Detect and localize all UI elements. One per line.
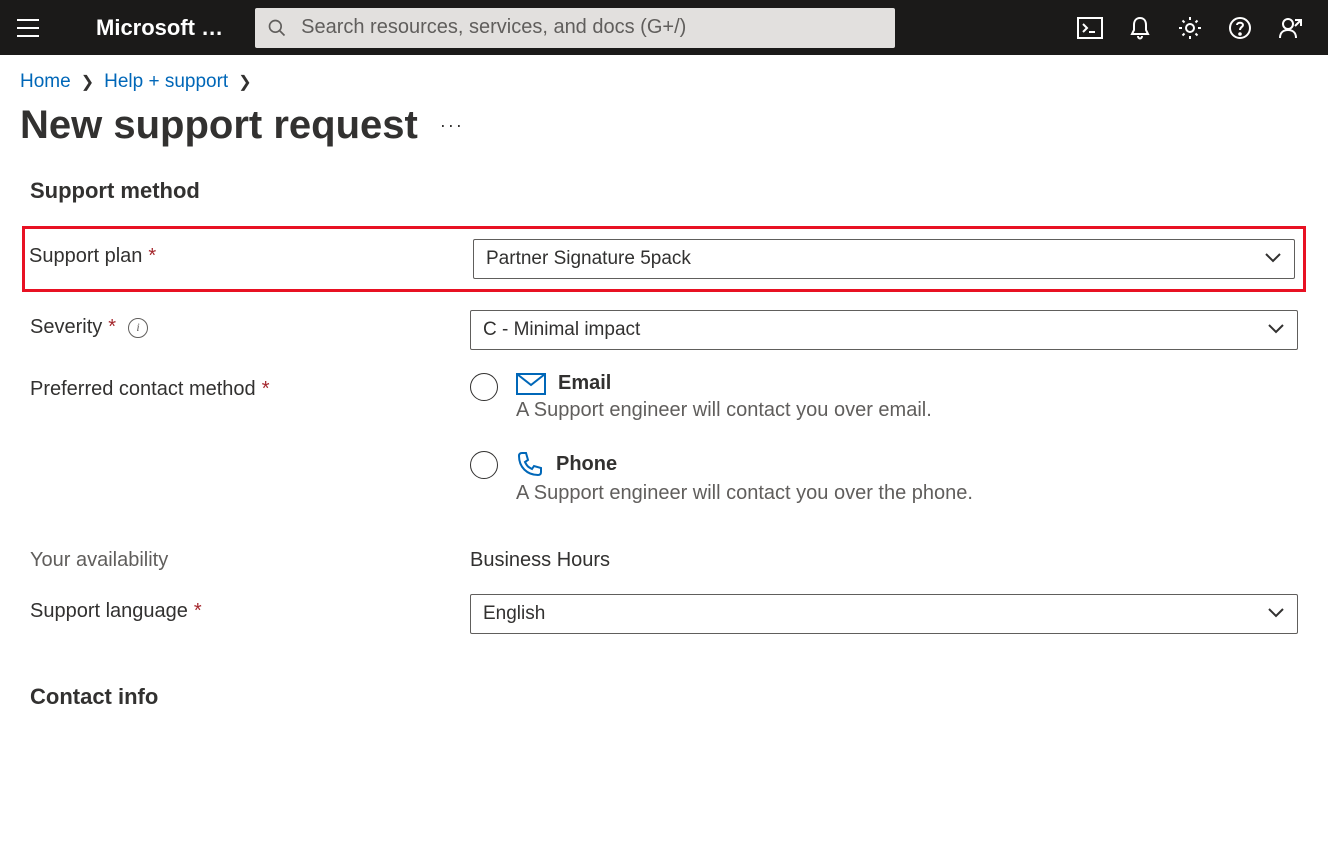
contact-option-email[interactable]: Email A Support engineer will contact yo… — [470, 372, 1298, 422]
support-language-select[interactable]: English — [470, 594, 1298, 634]
contact-option-label: Phone — [556, 453, 617, 476]
cloud-shell-icon[interactable] — [1068, 6, 1112, 50]
info-icon[interactable]: i — [128, 318, 148, 338]
menu-button[interactable] — [8, 8, 48, 48]
contact-option-label: Email — [558, 372, 611, 395]
phone-icon — [516, 450, 544, 478]
radio-button[interactable] — [470, 451, 498, 479]
chevron-right-icon: ❯ — [238, 72, 251, 92]
support-plan-label: Support plan — [29, 245, 142, 268]
breadcrumb-home[interactable]: Home — [20, 71, 71, 93]
page-title: New support request — [20, 103, 418, 148]
availability-label: Your availability — [30, 549, 168, 572]
breadcrumb: Home ❯ Help + support ❯ — [0, 55, 1328, 103]
contact-option-desc: A Support engineer will contact you over… — [516, 399, 932, 422]
required-marker: * — [108, 316, 116, 339]
top-header: Microsoft … Search resources, services, … — [0, 0, 1328, 55]
support-plan-highlight: Support plan * Partner Signature 5pack — [22, 226, 1306, 292]
severity-label: Severity — [30, 316, 102, 339]
header-actions — [1068, 6, 1320, 50]
required-marker: * — [262, 378, 270, 401]
required-marker: * — [194, 600, 202, 623]
support-language-label: Support language — [30, 600, 188, 623]
search-placeholder: Search resources, services, and docs (G+… — [301, 16, 686, 39]
chevron-right-icon: ❯ — [81, 72, 94, 92]
chevron-down-icon — [1264, 248, 1282, 270]
preferred-contact-label: Preferred contact method — [30, 378, 256, 401]
settings-icon[interactable] — [1168, 6, 1212, 50]
search-input[interactable]: Search resources, services, and docs (G+… — [255, 8, 895, 48]
chevron-down-icon — [1267, 603, 1285, 625]
email-icon — [516, 373, 546, 395]
feedback-icon[interactable] — [1268, 6, 1312, 50]
brand-label: Microsoft … — [56, 15, 247, 41]
help-icon[interactable] — [1218, 6, 1262, 50]
severity-value: C - Minimal impact — [483, 319, 640, 341]
radio-button[interactable] — [470, 373, 498, 401]
support-language-value: English — [483, 603, 545, 625]
section-title-support-method: Support method — [30, 178, 1298, 204]
availability-value: Business Hours — [470, 543, 1298, 572]
support-plan-value: Partner Signature 5pack — [486, 248, 691, 270]
severity-select[interactable]: C - Minimal impact — [470, 310, 1298, 350]
required-marker: * — [148, 245, 156, 268]
contact-option-phone[interactable]: Phone A Support engineer will contact yo… — [470, 450, 1298, 505]
more-actions-button[interactable]: ··· — [440, 115, 464, 136]
breadcrumb-help-support[interactable]: Help + support — [104, 71, 228, 93]
notifications-icon[interactable] — [1118, 6, 1162, 50]
contact-option-desc: A Support engineer will contact you over… — [516, 482, 973, 505]
chevron-down-icon — [1267, 319, 1285, 341]
support-plan-select[interactable]: Partner Signature 5pack — [473, 239, 1295, 279]
section-title-contact-info: Contact info — [30, 684, 1298, 710]
